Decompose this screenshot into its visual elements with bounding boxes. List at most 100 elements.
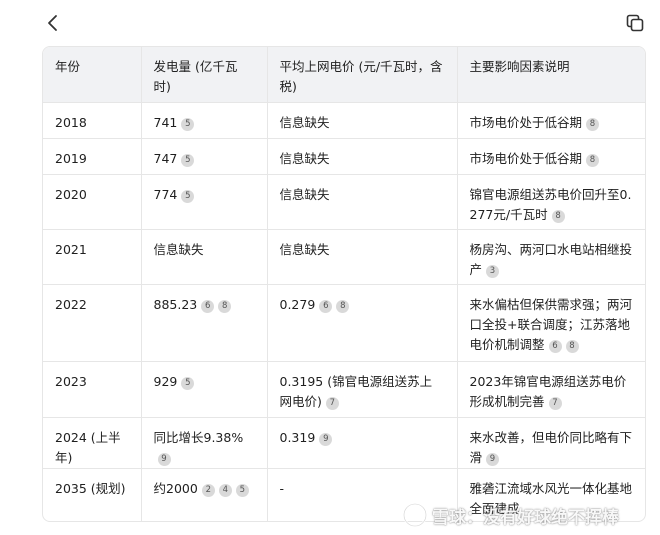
table-row: 2035 (规划) 约2000 2 4 5- 雅砻江流域水风光一体化基地全面建成 — [43, 468, 645, 521]
citation-badge[interactable]: 5 — [181, 189, 195, 203]
cell-generation: 741 5 — [141, 102, 268, 139]
cell-price-text: 0.279 — [279, 296, 316, 312]
table-row: 2022 885.23 6 8 0.279 6 8 来水偏枯但保供需求强；两河口全投+联合调度… — [43, 284, 645, 362]
cell-price: 信息缺失 — [267, 138, 458, 175]
cell-price: 信息缺失 — [267, 102, 458, 139]
cell-factors-text: 市场电价处于低谷期 — [469, 114, 583, 130]
cell-price: 信息缺失 — [267, 174, 458, 230]
cell-price: 0.319 9 — [267, 417, 458, 469]
cell-generation-text: 929 — [153, 373, 178, 389]
cell-factors: 市场电价处于低谷期 8 — [457, 138, 645, 175]
citation-badge[interactable]: 5 — [181, 153, 195, 167]
citation-badge[interactable]: 6 — [319, 299, 333, 313]
cell-price-text: - — [279, 480, 285, 496]
cell-generation-text: 约2000 — [153, 480, 198, 496]
cell-generation: 929 5 — [141, 361, 268, 418]
citation-badge[interactable]: 7 — [325, 396, 339, 410]
cell-generation: 约2000 2 4 5 — [141, 468, 268, 521]
cell-generation-text: 741 — [153, 114, 178, 130]
cell-year-text: 2018 — [55, 114, 87, 130]
citation-badge[interactable]: 8 — [551, 209, 565, 223]
cell-price-text: 信息缺失 — [279, 150, 330, 166]
data-table: 年份 发电量 (亿千瓦时) 平均上网电价 (元/千瓦时，含税) 主要影响因素说明… — [43, 47, 645, 521]
cell-generation: 同比增长9.38% 9 — [141, 417, 268, 469]
cell-factors-text: 锦官电源组送苏电价回升至0.277元/千瓦时 — [469, 186, 632, 222]
cell-factors: 来水改善，但电价同比略有下滑 9 — [457, 417, 645, 469]
cell-generation-text: 747 — [153, 150, 178, 166]
back-button[interactable] — [42, 12, 64, 34]
citation-badge[interactable]: 8 — [218, 299, 232, 313]
cell-year-text: 2024 (上半年) — [55, 429, 121, 465]
copy-button[interactable] — [624, 12, 646, 34]
cell-year: 2023 — [43, 361, 142, 418]
citation-badge[interactable]: 5 — [181, 376, 195, 390]
citation-badge[interactable]: 6 — [201, 299, 215, 313]
cell-generation-text: 885.23 — [153, 296, 198, 312]
chevron-left-icon — [48, 15, 57, 31]
cell-year-text: 2035 (规划) — [55, 480, 126, 496]
cell-year: 2020 — [43, 174, 142, 230]
header-factors: 主要影响因素说明 — [457, 47, 645, 103]
table-body: 2018 741 5 信息缺失 市场电价处于低谷期 8 2019 747 5 信息缺失 市场电价处于… — [43, 102, 645, 521]
cell-generation: 885.23 6 8 — [141, 284, 268, 362]
copy-icon — [626, 14, 644, 32]
table-row: 2021 信息缺失 信息缺失 杨房沟、两河口水电站相继投产 3 — [43, 229, 645, 285]
table-row: 2020 774 5 信息缺失 锦官电源组送苏电价回升至0.277元/千瓦时 8 — [43, 174, 645, 230]
cell-factors: 杨房沟、两河口水电站相继投产 3 — [457, 229, 645, 285]
citation-badge[interactable]: 5 — [181, 117, 195, 131]
cell-generation: 信息缺失 — [141, 229, 268, 285]
cell-year: 2021 — [43, 229, 142, 285]
table-row: 2019 747 5 信息缺失 市场电价处于低谷期 8 — [43, 138, 645, 175]
citation-badge[interactable]: 9 — [319, 432, 333, 446]
cell-price-text: 信息缺失 — [279, 114, 330, 130]
cell-price-text: 0.3195 (锦官电源组送苏上网电价) — [279, 373, 433, 409]
cell-factors: 雅砻江流域水风光一体化基地全面建成 — [457, 468, 645, 521]
cell-year-text: 2023 — [55, 373, 87, 389]
cell-factors: 市场电价处于低谷期 8 — [457, 102, 645, 139]
top-bar — [0, 0, 660, 46]
citation-badge[interactable]: 4 — [218, 483, 232, 497]
header-year: 年份 — [43, 47, 142, 103]
table-row: 2018 741 5 信息缺失 市场电价处于低谷期 8 — [43, 102, 645, 139]
cell-price-text: 0.319 — [279, 429, 316, 445]
cell-generation-text: 信息缺失 — [153, 241, 204, 257]
cell-factors: 来水偏枯但保供需求强；两河口全投+联合调度；江苏落地电价机制调整 6 8 — [457, 284, 645, 362]
cell-generation-text: 774 — [153, 186, 178, 202]
header-generation: 发电量 (亿千瓦时) — [141, 47, 268, 103]
table-header-row: 年份 发电量 (亿千瓦时) 平均上网电价 (元/千瓦时，含税) 主要影响因素说明 — [43, 47, 645, 103]
citation-badge[interactable]: 5 — [235, 483, 249, 497]
citation-badge[interactable]: 2 — [201, 483, 215, 497]
cell-factors-text: 市场电价处于低谷期 — [469, 150, 583, 166]
table-row: 2024 (上半年) 同比增长9.38%9 0.319 9 来水改善，但电价同比略有下滑… — [43, 417, 645, 469]
cell-price-text: 信息缺失 — [279, 186, 330, 202]
cell-year-text: 2021 — [55, 241, 87, 257]
cell-price: 0.279 6 8 — [267, 284, 458, 362]
citation-badge[interactable]: 7 — [548, 396, 562, 410]
cell-year: 2019 — [43, 138, 142, 175]
cell-price: - — [267, 468, 458, 521]
citation-badge[interactable]: 9 — [157, 452, 171, 466]
cell-price: 0.3195 (锦官电源组送苏上网电价) 7 — [267, 361, 458, 418]
citation-badge[interactable]: 8 — [336, 299, 350, 313]
cell-factors: 2023年锦官电源组送苏电价形成机制完善 7 — [457, 361, 645, 418]
citation-badge[interactable]: 8 — [586, 153, 600, 167]
cell-generation: 747 5 — [141, 138, 268, 175]
citation-badge[interactable]: 8 — [586, 117, 600, 131]
cell-price-text: 信息缺失 — [279, 241, 330, 257]
cell-year: 2022 — [43, 284, 142, 362]
citation-badge[interactable]: 9 — [486, 452, 500, 466]
citation-badge[interactable]: 8 — [565, 339, 579, 353]
cell-year: 2024 (上半年) — [43, 417, 142, 469]
cell-year: 2035 (规划) — [43, 468, 142, 521]
cell-year: 2018 — [43, 102, 142, 139]
citation-badge[interactable]: 6 — [548, 339, 562, 353]
cell-factors: 锦官电源组送苏电价回升至0.277元/千瓦时 8 — [457, 174, 645, 230]
citation-badge[interactable]: 3 — [486, 264, 500, 278]
cell-factors-text: 2023年锦官电源组送苏电价形成机制完善 — [469, 373, 627, 409]
data-table-container: 年份 发电量 (亿千瓦时) 平均上网电价 (元/千瓦时，含税) 主要影响因素说明… — [42, 46, 646, 522]
cell-year-text: 2019 — [55, 150, 87, 166]
table-row: 2023 929 5 0.3195 (锦官电源组送苏上网电价) 7 2023年锦官电源组送… — [43, 361, 645, 418]
cell-year-text: 2022 — [55, 296, 87, 312]
cell-generation: 774 5 — [141, 174, 268, 230]
cell-factors-text: 雅砻江流域水风光一体化基地全面建成 — [469, 480, 633, 516]
